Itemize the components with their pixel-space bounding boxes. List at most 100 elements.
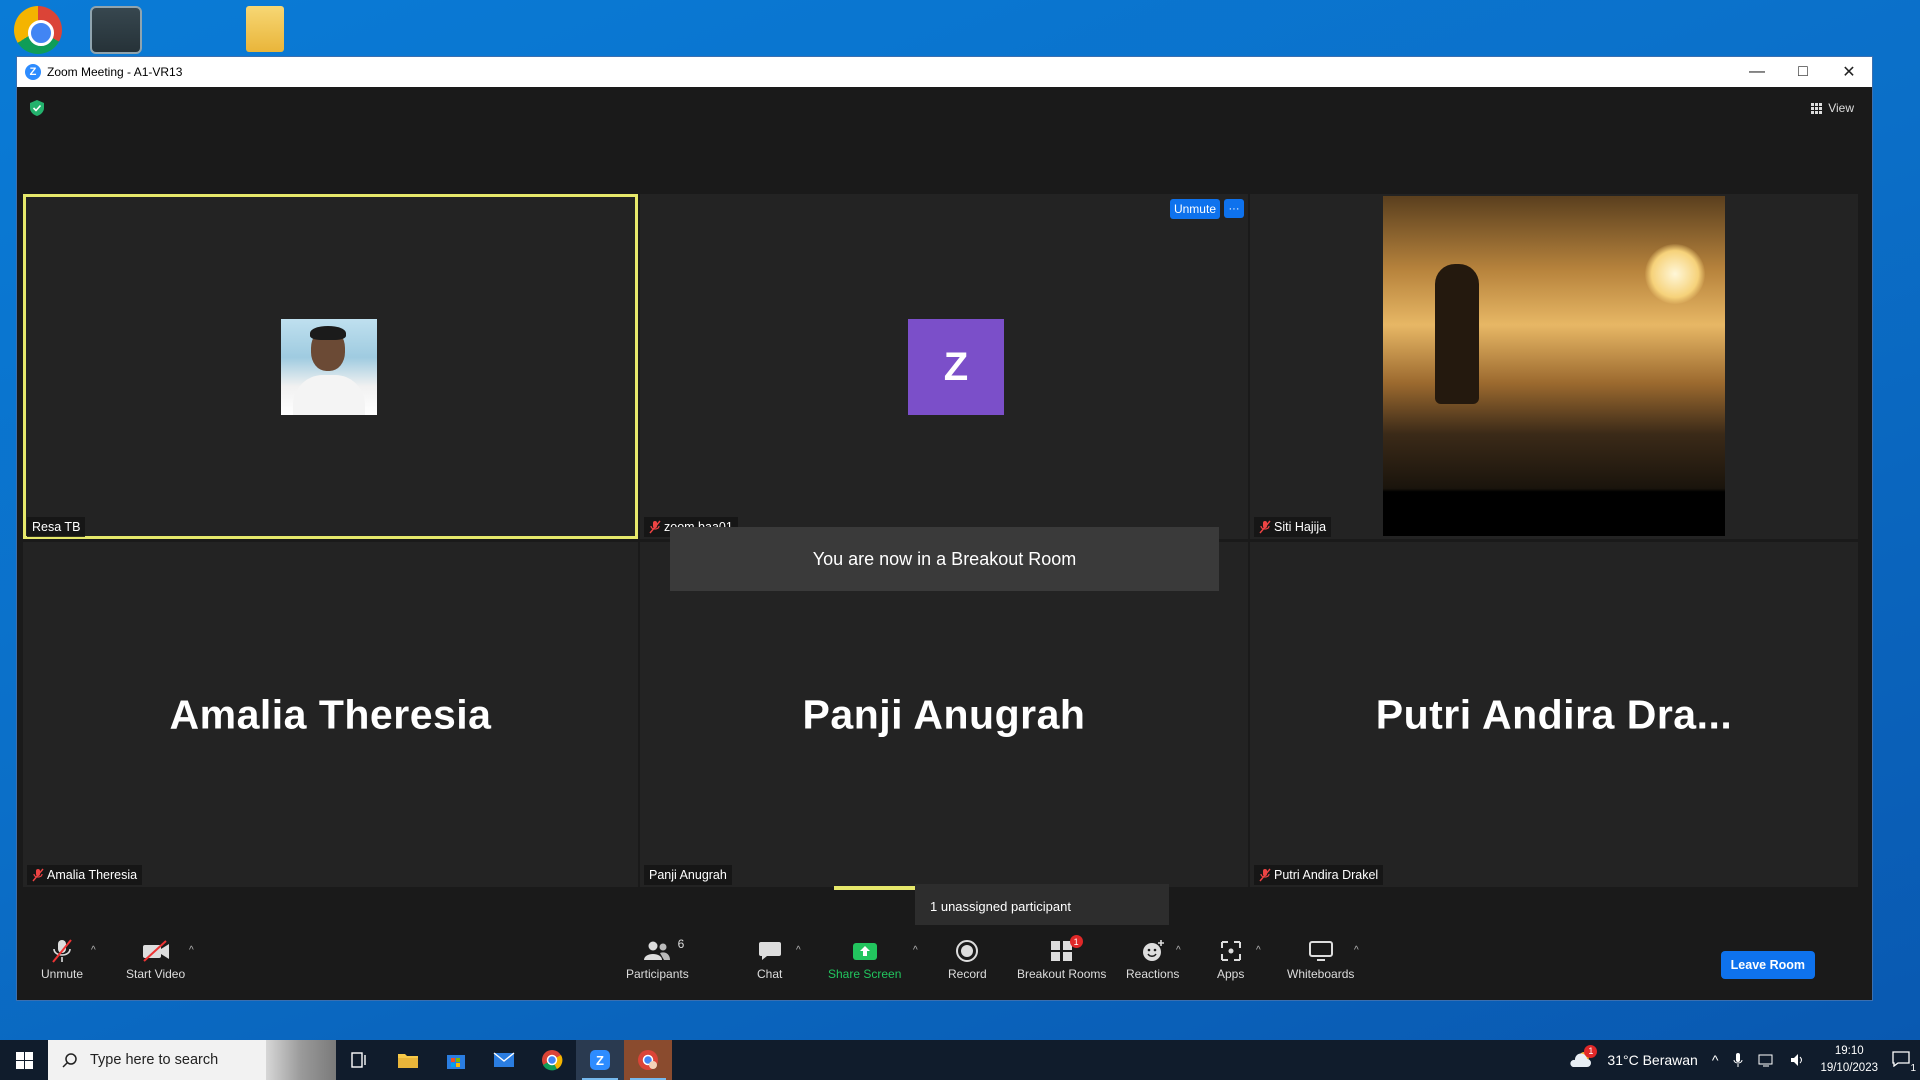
notification-center-icon[interactable]: 1 bbox=[1892, 1050, 1916, 1074]
participant-name-tag: Putri Andira Drakel bbox=[1254, 865, 1384, 885]
participant-name-tag: Resa TB bbox=[27, 517, 86, 537]
reactions-label: Reactions bbox=[1126, 967, 1180, 981]
clock-time: 19:10 bbox=[1834, 1045, 1864, 1057]
record-button[interactable]: Record bbox=[948, 937, 987, 981]
weather-badge: 1 bbox=[1584, 1044, 1598, 1058]
volume-icon[interactable] bbox=[1790, 1053, 1806, 1067]
apps-button[interactable]: Apps bbox=[1217, 937, 1244, 981]
microphone-tray-icon[interactable] bbox=[1732, 1052, 1744, 1068]
search-placeholder: Type here to search bbox=[90, 1052, 219, 1068]
participants-count: 6 bbox=[677, 937, 685, 951]
system-tray: 1 31°C Berawan ^ 19:10 19/10/2023 1 bbox=[1569, 1043, 1920, 1077]
zoom-app-icon: Z bbox=[25, 64, 41, 80]
taskbar-search-box[interactable]: Type here to search bbox=[48, 1040, 336, 1080]
windows-taskbar: Type here to search Z 1 31°C Berawan ^ 1… bbox=[0, 1040, 1920, 1080]
unmute-button[interactable]: Unmute bbox=[41, 937, 83, 981]
reactions-button[interactable]: Reactions bbox=[1126, 937, 1179, 981]
share-options-caret-icon[interactable]: ^ bbox=[913, 945, 918, 956]
start-video-label: Start Video bbox=[126, 967, 186, 981]
apps-icon bbox=[1220, 941, 1241, 961]
muted-mic-icon bbox=[1259, 868, 1271, 882]
view-label: View bbox=[1828, 101, 1854, 115]
video-tile-panji-anugrah[interactable]: Panji Anugrah Panji Anugrah bbox=[640, 542, 1248, 887]
video-tile-zoom-baa01[interactable]: Z Unmute ··· zoom baa01 bbox=[640, 194, 1248, 539]
chat-button[interactable]: Chat bbox=[757, 937, 782, 981]
close-button[interactable]: ✕ bbox=[1826, 57, 1872, 87]
unassigned-participant-tooltip[interactable]: 1 unassigned participant bbox=[915, 884, 1169, 934]
more-options-button[interactable]: ··· bbox=[1224, 199, 1244, 218]
desktop-folder-icon[interactable] bbox=[246, 6, 284, 52]
desktop-chrome-icon[interactable] bbox=[14, 6, 62, 54]
participant-name: Putri Andira Drakel bbox=[1274, 868, 1379, 882]
minimize-button[interactable]: — bbox=[1734, 57, 1780, 87]
window-title: Zoom Meeting - A1-VR13 bbox=[47, 65, 183, 79]
breakout-rooms-badge: 1 bbox=[1069, 935, 1083, 948]
svg-text:Z: Z bbox=[596, 1053, 604, 1068]
record-icon bbox=[956, 940, 979, 962]
clock[interactable]: 19:10 19/10/2023 bbox=[1820, 1043, 1878, 1077]
video-options-caret-icon[interactable]: ^ bbox=[189, 945, 194, 956]
participant-name: Amalia Theresia bbox=[47, 868, 138, 882]
video-tile-siti-hajija[interactable]: Siti Hajija bbox=[1250, 194, 1858, 539]
audio-options-caret-icon[interactable]: ^ bbox=[91, 945, 96, 956]
video-tile-amalia-theresia[interactable]: Amalia Theresia Amalia Theresia bbox=[23, 542, 638, 887]
active-speaker-indicator bbox=[834, 886, 916, 890]
participant-display-name: Amalia Theresia bbox=[169, 691, 492, 737]
video-tile-putri-andira-drakel[interactable]: Putri Andira Dra... Putri Andira Drakel bbox=[1250, 542, 1858, 887]
muted-microphone-icon bbox=[52, 939, 72, 963]
participant-display-name: Panji Anugrah bbox=[802, 691, 1086, 737]
video-tile-resa-tb[interactable]: Resa TB bbox=[23, 194, 638, 539]
apps-options-caret-icon[interactable]: ^ bbox=[1256, 945, 1261, 956]
start-button[interactable] bbox=[0, 1040, 48, 1080]
muted-mic-icon bbox=[32, 868, 44, 882]
share-screen-button[interactable]: Share Screen bbox=[828, 937, 901, 981]
chrome-icon[interactable] bbox=[528, 1040, 576, 1080]
file-explorer-icon[interactable] bbox=[384, 1040, 432, 1080]
start-video-button[interactable]: Start Video bbox=[126, 937, 185, 981]
participant-video-feed bbox=[1383, 196, 1725, 536]
task-view-icon[interactable] bbox=[336, 1040, 384, 1080]
participant-name-tag: Panji Anugrah bbox=[644, 865, 732, 885]
search-highlight-image bbox=[266, 1040, 336, 1080]
whiteboards-button[interactable]: Whiteboards bbox=[1287, 937, 1354, 981]
title-bar: Z Zoom Meeting - A1-VR13 — □ ✕ bbox=[17, 57, 1872, 87]
profile-photo-avatar bbox=[281, 319, 377, 415]
share-screen-icon bbox=[852, 943, 877, 960]
whiteboard-icon bbox=[1308, 941, 1333, 961]
participant-name-tag: Amalia Theresia bbox=[27, 865, 143, 885]
participant-name: Siti Hajija bbox=[1274, 520, 1327, 534]
mail-icon[interactable] bbox=[480, 1040, 528, 1080]
participant-name: Resa TB bbox=[32, 520, 81, 534]
windows-logo-icon bbox=[15, 1051, 33, 1069]
meeting-toolbar: Unmute ^ Start Video ^ 6 Participants Ch… bbox=[17, 925, 1872, 1000]
participant-display-name: Putri Andira Dra... bbox=[1375, 691, 1733, 737]
search-icon bbox=[62, 1053, 77, 1068]
leave-room-button[interactable]: Leave Room bbox=[1720, 951, 1815, 979]
chat-options-caret-icon[interactable]: ^ bbox=[796, 945, 801, 956]
unmute-label: Unmute bbox=[41, 967, 84, 981]
record-label: Record bbox=[948, 967, 987, 981]
weather-text[interactable]: 31°C Berawan bbox=[1607, 1052, 1697, 1068]
participants-button[interactable]: 6 Participants bbox=[626, 937, 689, 981]
maximize-button[interactable]: □ bbox=[1780, 57, 1826, 87]
chrome-profile-icon[interactable] bbox=[624, 1040, 672, 1080]
breakout-room-toast: You are now in a Breakout Room bbox=[670, 527, 1219, 591]
zoom-taskbar-icon[interactable]: Z bbox=[576, 1040, 624, 1080]
reactions-smiley-icon bbox=[1142, 940, 1164, 961]
unmute-participant-button[interactable]: Unmute bbox=[1169, 199, 1220, 219]
whiteboards-label: Whiteboards bbox=[1287, 967, 1355, 981]
breakout-rooms-button[interactable]: 1 Breakout Rooms bbox=[1017, 935, 1107, 981]
apps-label: Apps bbox=[1217, 967, 1245, 981]
participant-name: Panji Anugrah bbox=[649, 868, 727, 882]
whiteboards-options-caret-icon[interactable]: ^ bbox=[1354, 945, 1359, 956]
show-hidden-icons-chevron-icon[interactable]: ^ bbox=[1712, 1052, 1719, 1068]
desktop-computer-icon[interactable] bbox=[90, 6, 142, 54]
clock-date: 19/10/2023 bbox=[1820, 1062, 1878, 1074]
security-shield-icon[interactable] bbox=[30, 100, 44, 116]
weather-icon[interactable]: 1 bbox=[1569, 1044, 1598, 1072]
network-icon[interactable] bbox=[1758, 1053, 1776, 1067]
view-button[interactable]: View bbox=[1807, 97, 1858, 119]
breakout-rooms-label: Breakout Rooms bbox=[1017, 967, 1107, 981]
microsoft-store-icon[interactable] bbox=[432, 1040, 480, 1080]
reactions-options-caret-icon[interactable]: ^ bbox=[1176, 945, 1181, 956]
